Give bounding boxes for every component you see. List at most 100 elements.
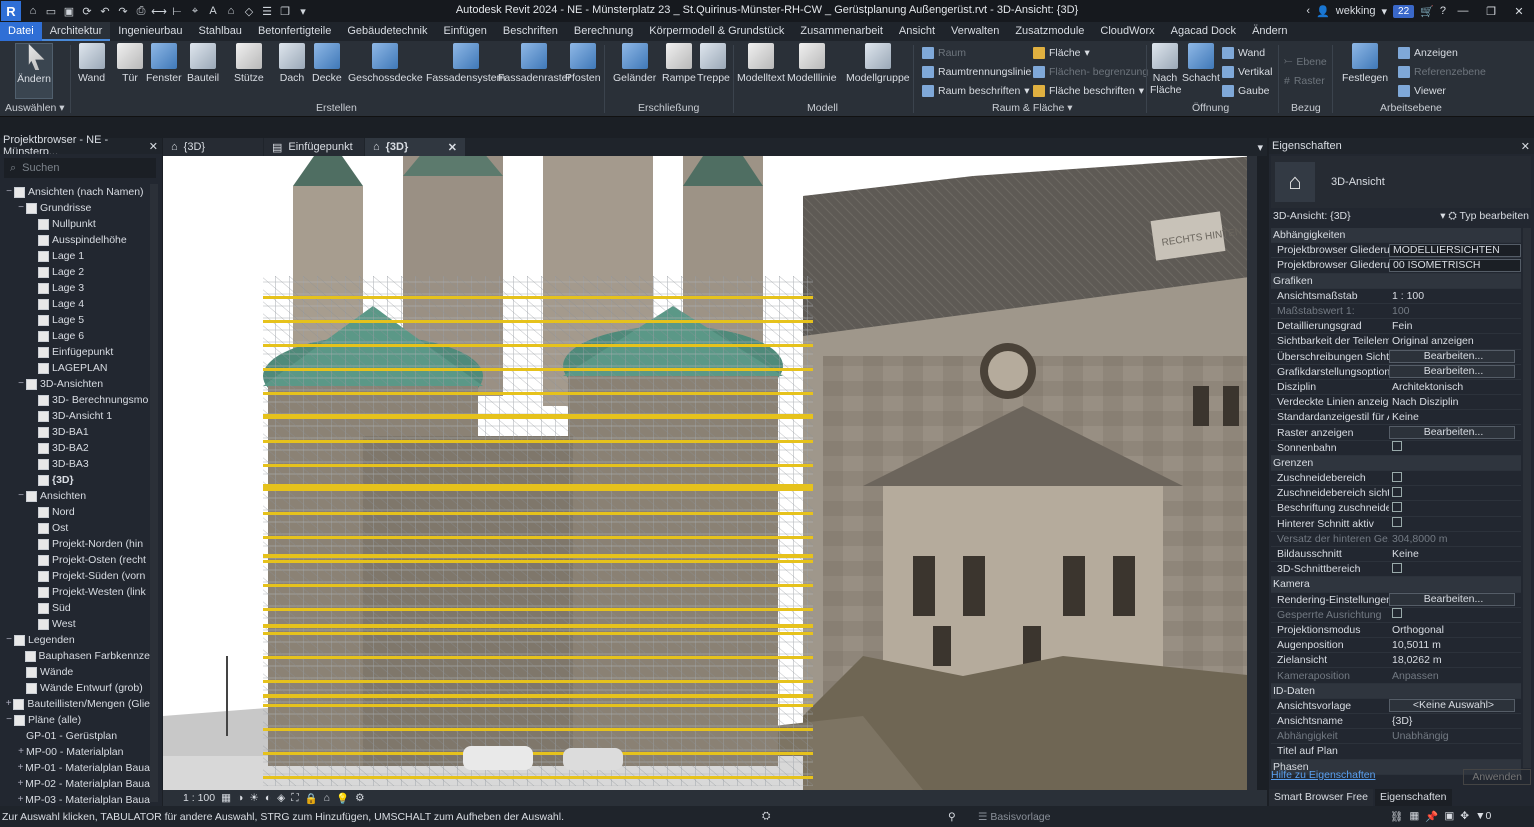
tree-node[interactable]: Lage 2 <box>0 264 150 280</box>
sun-path-icon[interactable]: ☀ <box>249 792 258 804</box>
ribbon-tab-15[interactable]: Agacad Dock <box>1163 22 1244 41</box>
thin-lines-icon[interactable]: ☰ <box>259 3 275 19</box>
back-arrow-icon[interactable]: ‹ <box>1306 5 1310 17</box>
expand-icon[interactable]: + <box>16 744 26 760</box>
property-value[interactable]: {3D} <box>1389 715 1521 727</box>
browser-scrollbar[interactable] <box>150 184 158 802</box>
tab-properties[interactable]: Eigenschaften <box>1374 789 1452 806</box>
ribbon-tab-12[interactable]: Verwalten <box>943 22 1007 41</box>
circulation-button-2[interactable]: Treppe <box>697 43 730 84</box>
create-button-9[interactable]: Fassadenraster <box>498 43 571 84</box>
measure-icon[interactable]: ⟷ <box>151 3 167 19</box>
property-value[interactable]: Orthogonal <box>1389 624 1521 636</box>
property-value[interactable]: Nach Disziplin <box>1389 396 1521 408</box>
close-browser-icon[interactable]: ✕ <box>149 140 158 153</box>
viewer-button[interactable]: Viewer <box>1398 85 1446 97</box>
tree-node[interactable]: Lage 3 <box>0 280 150 296</box>
tree-node[interactable]: West <box>0 616 150 632</box>
collapse-icon[interactable]: − <box>4 632 14 648</box>
property-input[interactable]: MODELLIERSICHTEN <box>1389 243 1521 257</box>
tree-node[interactable]: Lage 5 <box>0 312 150 328</box>
hide-icon[interactable]: ⌂ <box>324 792 330 804</box>
property-checkbox[interactable] <box>1392 562 1402 573</box>
3d-view-icon[interactable]: ⌂ <box>223 3 239 19</box>
apply-button[interactable]: Anwenden <box>1463 769 1531 785</box>
filter-icon[interactable]: ▼0 <box>1475 810 1491 823</box>
vertical-opening-button[interactable]: Vertikal <box>1222 66 1272 78</box>
tree-node[interactable]: − Ansichten (nach Namen) <box>0 184 150 200</box>
church-model[interactable]: RECHTS HINTEN <box>163 156 1257 790</box>
tree-node[interactable]: Projekt-Osten (recht <box>0 552 150 568</box>
property-section[interactable]: ID-Daten <box>1271 683 1521 699</box>
property-section[interactable]: Grenzen <box>1271 455 1521 471</box>
tree-node[interactable]: Einfügepunkt <box>0 344 150 360</box>
expand-icon[interactable]: + <box>16 776 25 792</box>
user-dropdown-icon[interactable]: ▾ <box>1382 5 1388 18</box>
collapse-icon[interactable]: − <box>16 200 26 216</box>
lock-icon[interactable]: 🔒 <box>305 792 318 805</box>
redo-icon[interactable]: ↷ <box>115 3 131 19</box>
ribbon-tab-13[interactable]: Zusatzmodule <box>1007 22 1092 41</box>
properties-scrollbar[interactable] <box>1523 228 1531 768</box>
property-value[interactable]: Anpassen <box>1389 670 1521 682</box>
minimize-button[interactable]: — <box>1452 5 1474 17</box>
model-button-2[interactable]: Modellgruppe <box>846 43 910 84</box>
property-section[interactable]: Kamera <box>1271 577 1521 593</box>
browser-search-input[interactable]: ⌕ Suchen <box>4 158 156 178</box>
by-face-button[interactable]: Nach Fläche <box>1150 43 1182 96</box>
qat-dropdown-icon[interactable]: ▾ <box>295 3 311 19</box>
render-icon[interactable]: ◈ <box>277 792 285 804</box>
property-value[interactable]: Unabhängig <box>1389 730 1521 742</box>
ribbon-tab-7[interactable]: Beschriften <box>495 22 566 41</box>
restore-button[interactable]: ❐ <box>1480 5 1502 18</box>
tag-icon[interactable]: ⌖ <box>187 3 203 19</box>
circulation-button-1[interactable]: Rampe <box>662 43 696 84</box>
tree-node[interactable]: Projekt-Süden (vorn <box>0 568 150 584</box>
tree-node[interactable]: {3D} <box>0 472 150 488</box>
help-icon[interactable]: ? <box>1440 5 1446 17</box>
tab-3d-1[interactable]: ⌂ {3D} <box>163 138 263 156</box>
home-icon[interactable]: ⌂ <box>25 3 41 19</box>
model-button-1[interactable]: Modelllinie <box>787 43 837 84</box>
property-input[interactable]: 00 ISOMETRISCH <box>1389 258 1521 272</box>
collapse-icon[interactable]: − <box>4 184 14 200</box>
grid-button[interactable]: # Raster <box>1284 75 1325 87</box>
ribbon-tab-8[interactable]: Berechnung <box>566 22 641 41</box>
ribbon-tab-16[interactable]: Ändern <box>1244 22 1295 41</box>
user-icon[interactable]: 👤 <box>1316 5 1330 18</box>
ribbon-tab-10[interactable]: Zusammenarbeit <box>792 22 891 41</box>
ribbon-tab-9[interactable]: Körpermodell & Grundstück <box>641 22 792 41</box>
ribbon-tab-4[interactable]: Betonfertigteile <box>250 22 339 41</box>
collapse-icon[interactable]: − <box>16 376 26 392</box>
section-icon[interactable]: ◇ <box>241 3 257 19</box>
tree-node[interactable]: Nord <box>0 504 150 520</box>
ribbon-tab-6[interactable]: Einfügen <box>435 22 494 41</box>
tree-node[interactable]: Projekt-Westen (link <box>0 584 150 600</box>
property-value[interactable]: Keine <box>1389 411 1521 423</box>
select-underlay-icon[interactable]: ▦ <box>1409 810 1419 823</box>
tree-node[interactable]: Ost <box>0 520 150 536</box>
property-edit-button[interactable]: <Keine Auswahl> <box>1389 699 1515 713</box>
tree-node[interactable]: Nullpunkt <box>0 216 150 232</box>
tree-node[interactable]: 3D-BA1 <box>0 424 150 440</box>
tree-node[interactable]: + Bauteillisten/Mengen (Glie <box>0 696 150 712</box>
design-options-icon[interactable]: ⚲ <box>948 811 956 823</box>
reveal-icon[interactable]: 💡 <box>336 792 349 805</box>
expand-icon[interactable]: + <box>4 696 13 712</box>
tree-node[interactable]: Wände <box>0 664 150 680</box>
tab-3d-active[interactable]: ⌂ {3D} ✕ <box>365 138 465 156</box>
cart-icon[interactable]: 🛒 <box>1420 5 1434 18</box>
tree-node[interactable]: Lage 1 <box>0 248 150 264</box>
tree-node[interactable]: Ausspindelhöhe <box>0 232 150 248</box>
show-workplane-button[interactable]: Anzeigen <box>1398 47 1458 59</box>
property-edit-button[interactable]: Bearbeiten... <box>1389 365 1515 379</box>
ribbon-tab-14[interactable]: CloudWorx <box>1092 22 1162 41</box>
tree-node[interactable]: Bauphasen Farbkennze <box>0 648 150 664</box>
notification-badge[interactable]: 22 <box>1393 4 1415 18</box>
tree-node[interactable]: 3D-BA3 <box>0 456 150 472</box>
property-checkbox[interactable] <box>1392 608 1402 619</box>
properties-help-link[interactable]: Hilfe zu Eigenschaften <box>1271 769 1375 785</box>
expand-icon[interactable]: + <box>16 760 25 776</box>
property-value[interactable]: Architektonisch <box>1389 381 1521 393</box>
tree-node[interactable]: Süd <box>0 600 150 616</box>
